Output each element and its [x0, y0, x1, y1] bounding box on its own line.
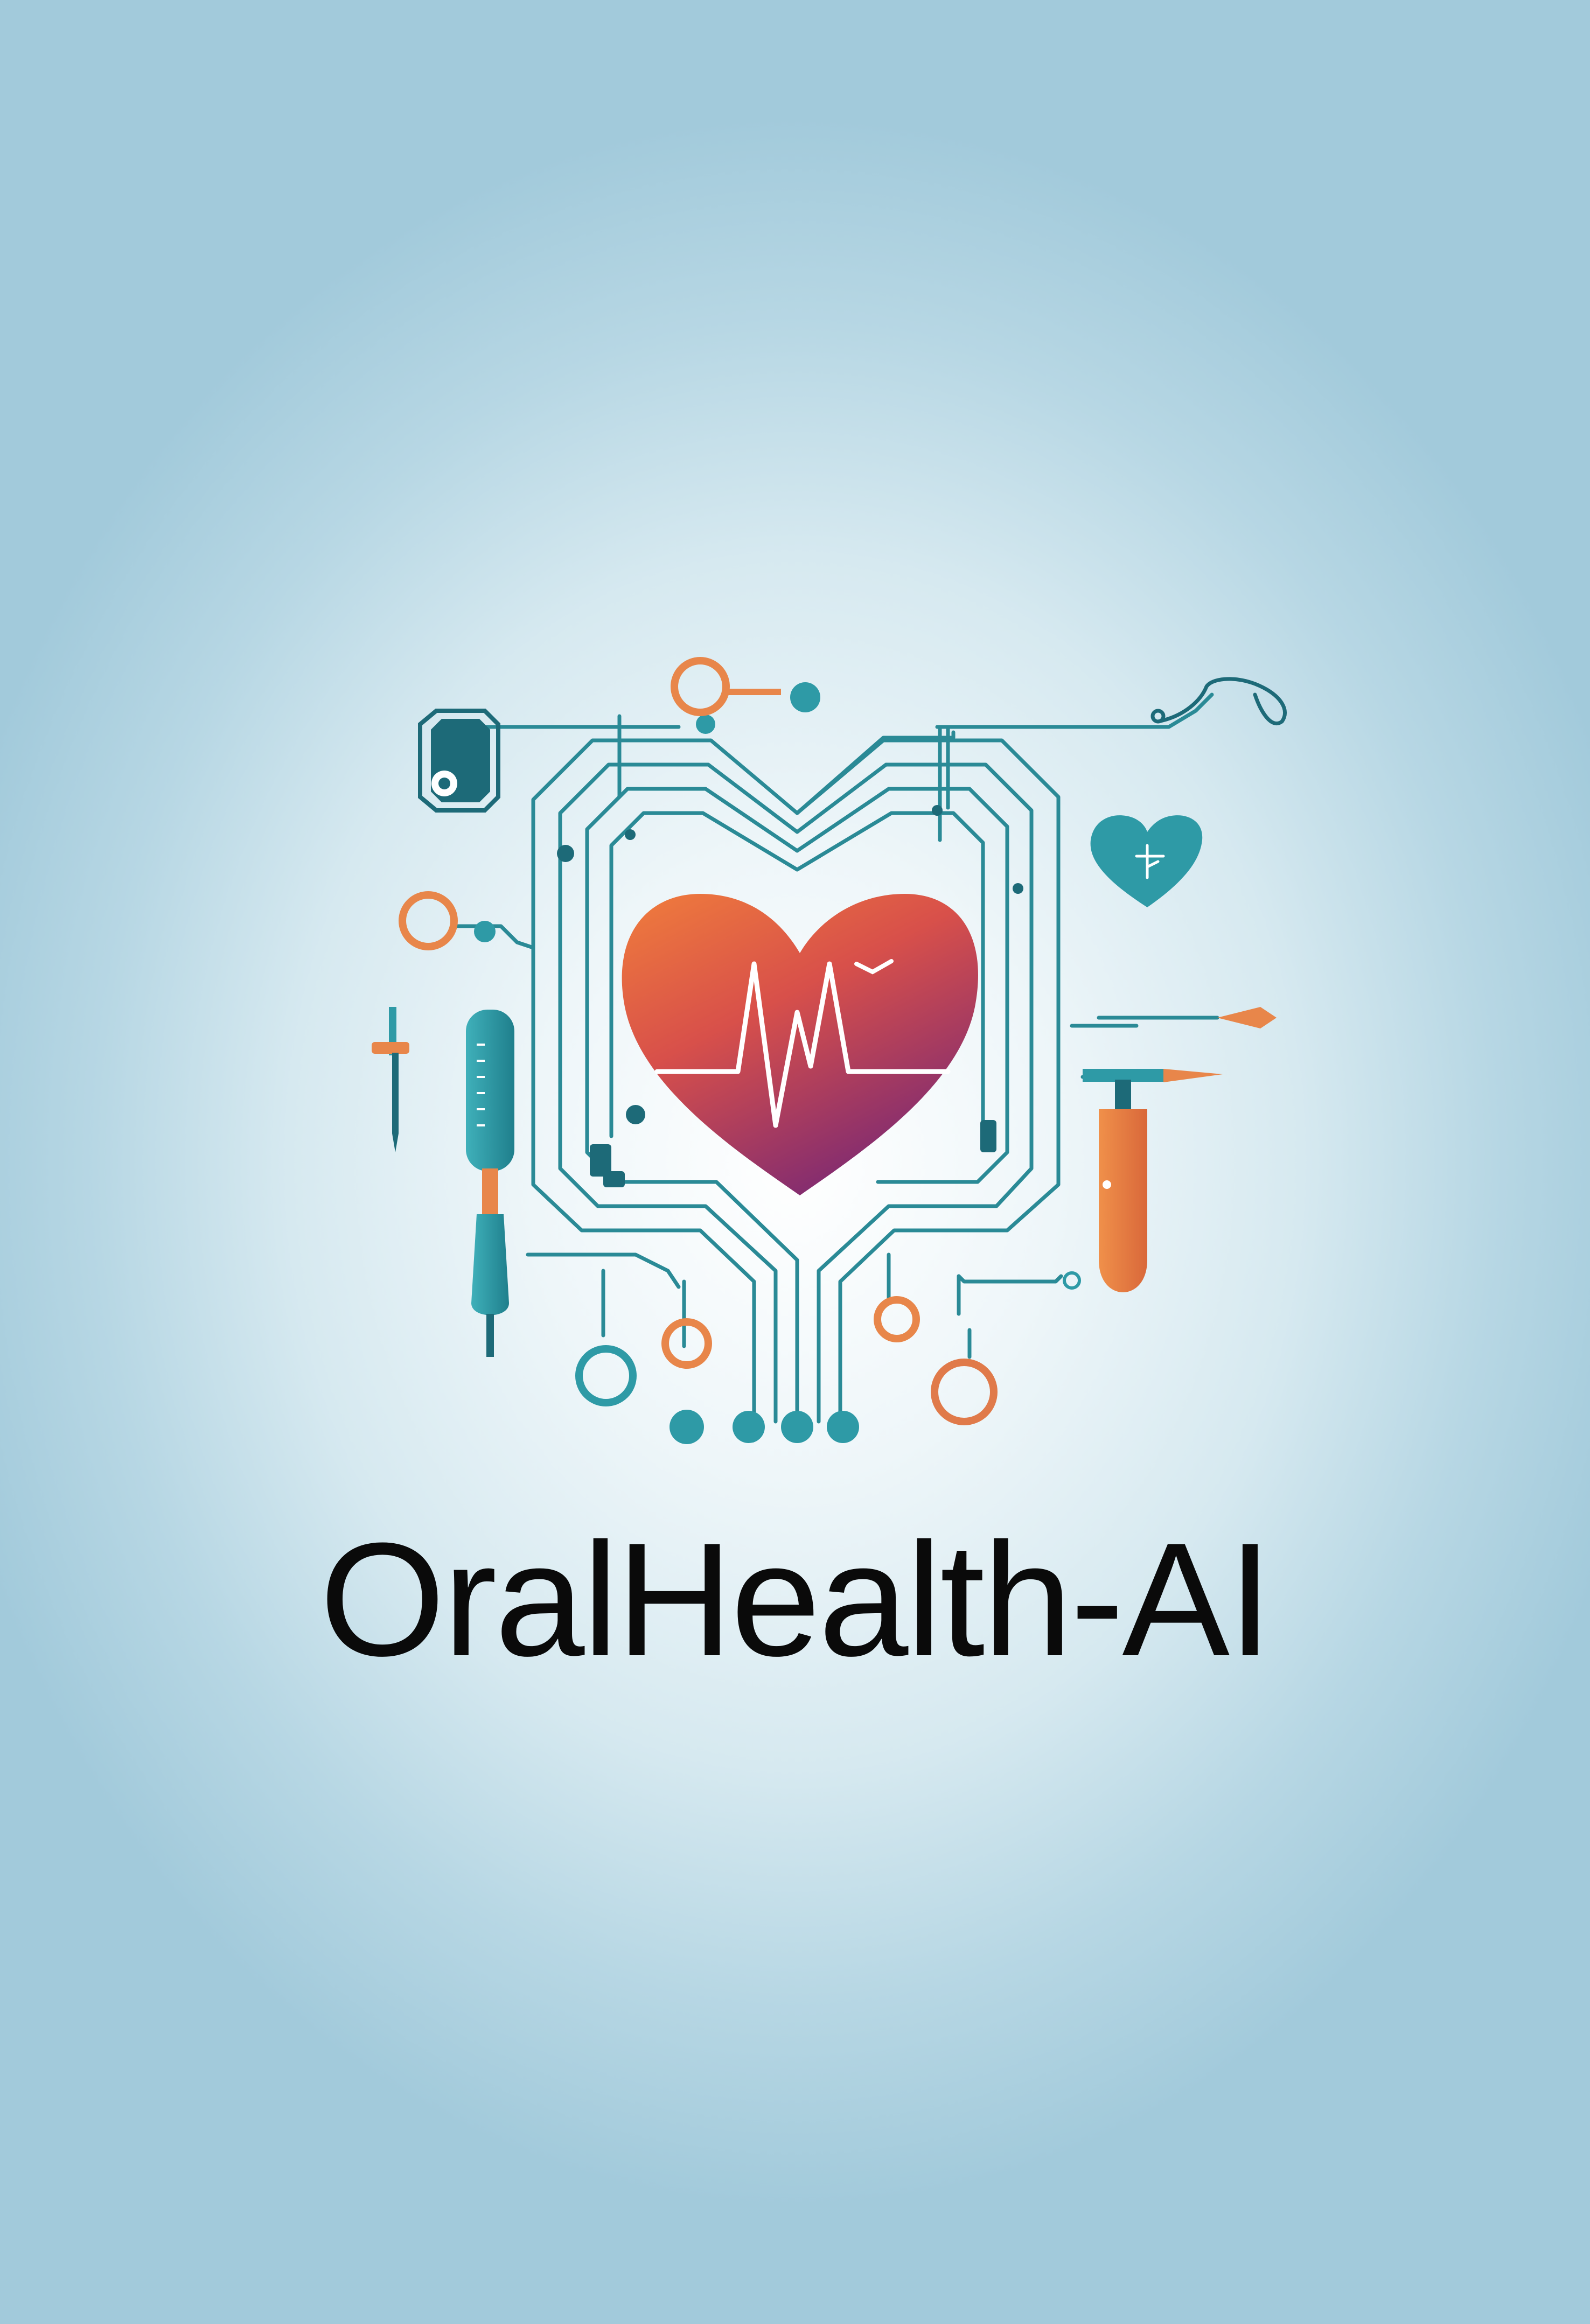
brand-name: OralHealth-AI	[319, 1509, 1272, 1690]
probe-icon	[1150, 677, 1287, 725]
logo-graphic	[372, 657, 1287, 1444]
heart-pulse-icon	[622, 894, 979, 1195]
toothbrush-icon	[466, 1010, 514, 1357]
scalpel-icon	[372, 1007, 409, 1152]
small-heart-icon	[1090, 815, 1203, 907]
dental-drill-icon	[1083, 1007, 1277, 1292]
